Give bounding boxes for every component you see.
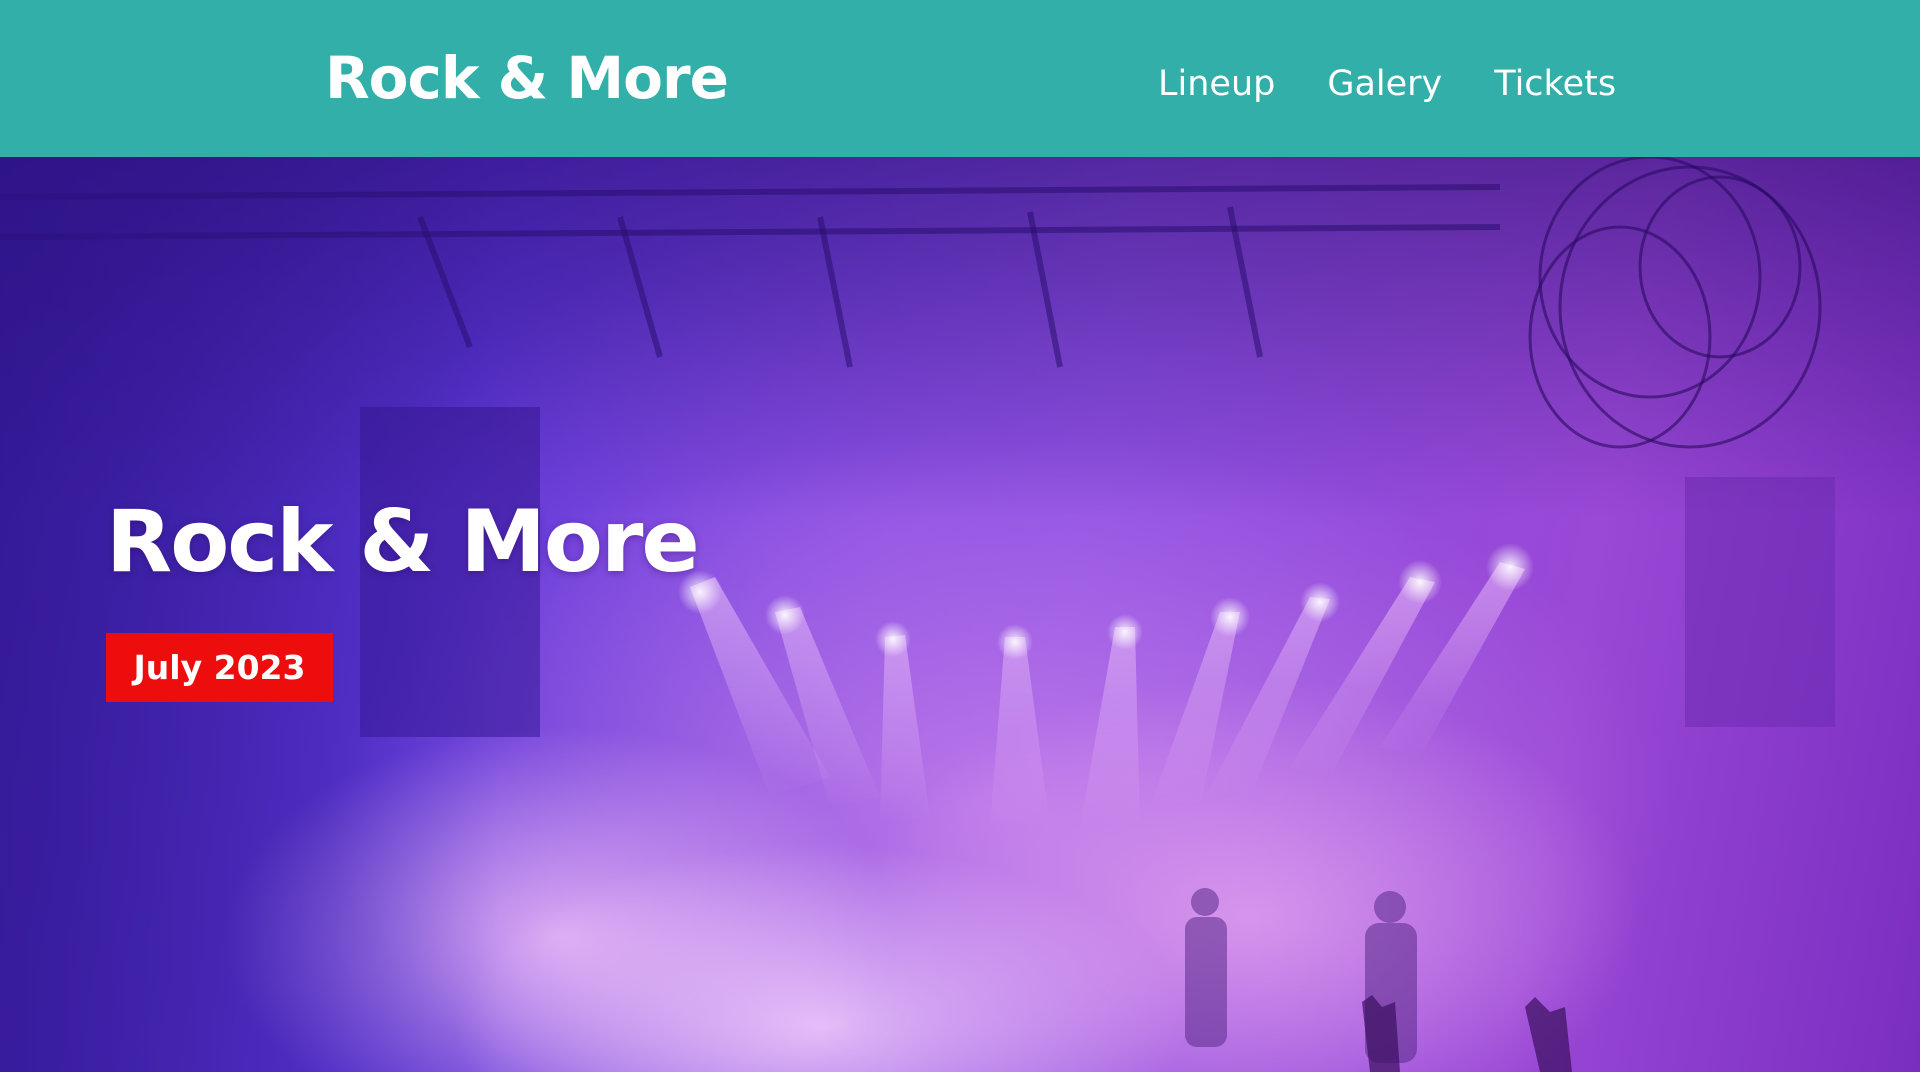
date-badge: July 2023 [106, 633, 333, 702]
hero-banner: Rock & More July 2023 [0, 157, 1920, 1072]
site-logo[interactable]: Rock & More [325, 38, 729, 118]
site-header: Rock & More Lineup Galery Tickets [0, 0, 1920, 157]
hero-title: Rock & More [106, 492, 700, 592]
nav-link-galery[interactable]: Galery [1327, 60, 1442, 108]
hero-shade-left [0, 157, 500, 1072]
nav-link-tickets[interactable]: Tickets [1494, 60, 1616, 108]
main-nav: Lineup Galery Tickets [1158, 60, 1616, 108]
nav-link-lineup[interactable]: Lineup [1158, 60, 1275, 108]
